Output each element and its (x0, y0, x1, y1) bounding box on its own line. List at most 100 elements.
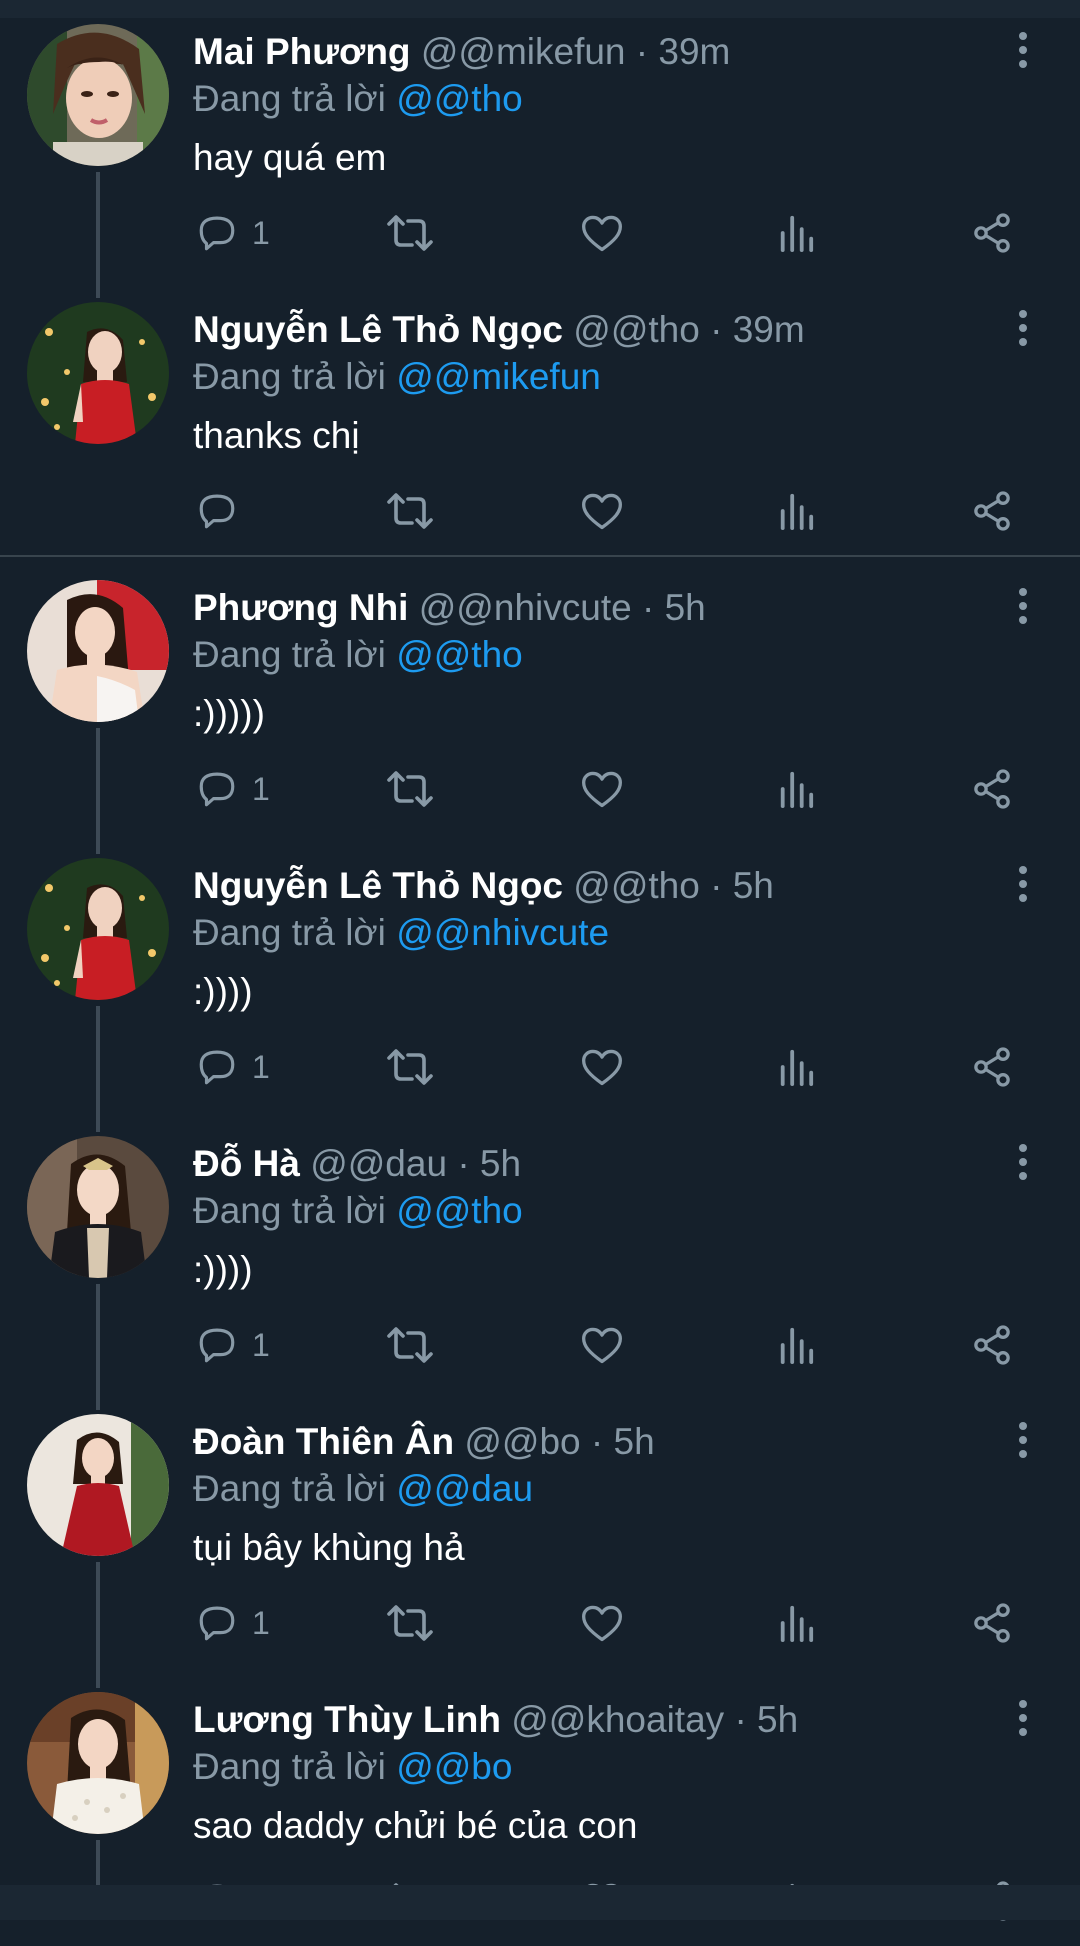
like-button[interactable] (580, 1320, 624, 1370)
views-button[interactable] (777, 208, 815, 258)
tweet-text: :)))) (193, 971, 253, 1012)
more-options-icon[interactable] (1006, 1698, 1040, 1738)
tweet-time[interactable]: · 5h (710, 865, 774, 906)
reply-mention[interactable]: @@tho (396, 634, 523, 675)
author-name[interactable]: Lương Thùy Linh (193, 1699, 501, 1740)
reply-button[interactable]: 1 (196, 1320, 270, 1370)
tweet[interactable]: Đỗ Hà @@dau · 5h Đang trả lời @@tho :)))… (0, 1112, 1080, 1390)
avatar[interactable] (27, 580, 169, 722)
share-button[interactable] (970, 764, 1014, 814)
author-name[interactable]: Đoàn Thiên Ân (193, 1421, 454, 1462)
tweet-header: Đỗ Hà @@dau · 5h (193, 1140, 521, 1188)
avatar[interactable] (27, 1414, 169, 1556)
views-button[interactable] (777, 486, 815, 536)
like-button[interactable] (580, 208, 624, 258)
tweet[interactable]: Nguyễn Lê Thỏ Ngọc @@tho · 39m Đang trả … (0, 278, 1080, 556)
reply-button[interactable]: 1 (196, 764, 270, 814)
author-name[interactable]: Phương Nhi (193, 587, 408, 628)
retweet-icon (387, 771, 433, 807)
reply-button[interactable]: 1 (196, 208, 270, 258)
views-button[interactable] (777, 764, 815, 814)
views-button[interactable] (777, 1320, 815, 1370)
share-button[interactable] (970, 1598, 1014, 1648)
reply-mention[interactable]: @@tho (396, 78, 523, 119)
reply-icon (199, 494, 235, 529)
reply-mention[interactable]: @@bo (396, 1746, 512, 1787)
tweet-time[interactable]: · 5h (734, 1699, 798, 1740)
retweet-icon (387, 1049, 433, 1085)
retweet-button[interactable] (386, 1320, 434, 1370)
tweet[interactable]: Nguyễn Lê Thỏ Ngọc @@tho · 5h Đang trả l… (0, 834, 1080, 1112)
author-handle[interactable]: @@nhivcute (419, 587, 632, 628)
reply-icon (199, 1328, 235, 1363)
more-options-icon[interactable] (1006, 1142, 1040, 1182)
reply-count: 1 (252, 1326, 270, 1363)
reply-context: Đang trả lời @@tho (193, 1187, 523, 1235)
reply-mention[interactable]: @@dau (396, 1468, 533, 1509)
tweet[interactable]: Phương Nhi @@nhivcute · 5h Đang trả lời … (0, 556, 1080, 834)
retweet-icon (387, 215, 433, 251)
reply-prefix: Đang trả lời (193, 78, 386, 119)
avatar[interactable] (27, 302, 169, 444)
author-handle[interactable]: @@dau (310, 1143, 447, 1184)
author-name[interactable]: Mai Phương (193, 31, 411, 72)
reply-button[interactable] (196, 486, 252, 536)
more-options-icon[interactable] (1006, 1420, 1040, 1460)
tweet[interactable]: Mai Phương @@mikefun · 39m Đang trả lời … (0, 0, 1080, 278)
avatar[interactable] (27, 1692, 169, 1834)
author-name[interactable]: Nguyễn Lê Thỏ Ngọc (193, 309, 563, 350)
avatar[interactable] (27, 858, 169, 1000)
tweet-time[interactable]: · 39m (710, 309, 805, 350)
more-options-icon[interactable] (1006, 586, 1040, 626)
retweet-button[interactable] (386, 208, 434, 258)
tweet-time[interactable]: · 5h (457, 1143, 521, 1184)
more-options-icon[interactable] (1006, 864, 1040, 904)
retweet-button[interactable] (386, 1042, 434, 1092)
tweet-time[interactable]: · 39m (636, 31, 731, 72)
reply-mention[interactable]: @@tho (396, 1190, 523, 1231)
author-handle[interactable]: @@khoaitay (511, 1699, 724, 1740)
tweet-time[interactable]: · 5h (591, 1421, 655, 1462)
share-button[interactable] (970, 486, 1014, 536)
like-button[interactable] (580, 764, 624, 814)
reply-icon (199, 1050, 235, 1085)
reply-prefix: Đang trả lời (193, 1190, 386, 1231)
reply-count: 1 (252, 1048, 270, 1085)
analytics-icon (780, 493, 814, 530)
share-button[interactable] (970, 1320, 1014, 1370)
more-options-icon[interactable] (1006, 308, 1040, 348)
avatar[interactable] (27, 24, 169, 166)
author-handle[interactable]: @@mikefun (421, 31, 626, 72)
author-handle[interactable]: @@tho (573, 309, 700, 350)
reply-mention[interactable]: @@nhivcute (396, 912, 609, 953)
tweet-text: sao daddy chửi bé của con (193, 1805, 638, 1846)
avatar[interactable] (27, 1136, 169, 1278)
reply-button[interactable]: 1 (196, 1042, 270, 1092)
share-icon (974, 491, 1010, 531)
author-name[interactable]: Nguyễn Lê Thỏ Ngọc (193, 865, 563, 906)
more-options-icon[interactable] (1006, 30, 1040, 70)
heart-icon (582, 1327, 622, 1364)
author-handle[interactable]: @@tho (573, 865, 700, 906)
retweet-button[interactable] (386, 1598, 434, 1648)
tweet-header: Đoàn Thiên Ân @@bo · 5h (193, 1418, 655, 1466)
author-handle[interactable]: @@bo (464, 1421, 580, 1462)
retweet-button[interactable] (386, 764, 434, 814)
like-button[interactable] (580, 1598, 624, 1648)
retweet-button[interactable] (386, 486, 434, 536)
like-button[interactable] (580, 486, 624, 536)
like-button[interactable] (580, 1042, 624, 1092)
reply-prefix: Đang trả lời (193, 912, 386, 953)
tweet-actions: 1 (190, 1320, 1040, 1370)
share-button[interactable] (970, 1042, 1014, 1092)
reply-mention[interactable]: @@mikefun (396, 356, 601, 397)
views-button[interactable] (777, 1598, 815, 1648)
tweet-time[interactable]: · 5h (642, 587, 706, 628)
author-name[interactable]: Đỗ Hà (193, 1143, 300, 1184)
reply-button[interactable]: 1 (196, 1598, 270, 1648)
reply-context: Đang trả lời @@mikefun (193, 353, 601, 401)
tweet-actions (190, 486, 1040, 536)
views-button[interactable] (777, 1042, 815, 1092)
tweet[interactable]: Đoàn Thiên Ân @@bo · 5h Đang trả lời @@d… (0, 1390, 1080, 1668)
share-button[interactable] (970, 208, 1014, 258)
